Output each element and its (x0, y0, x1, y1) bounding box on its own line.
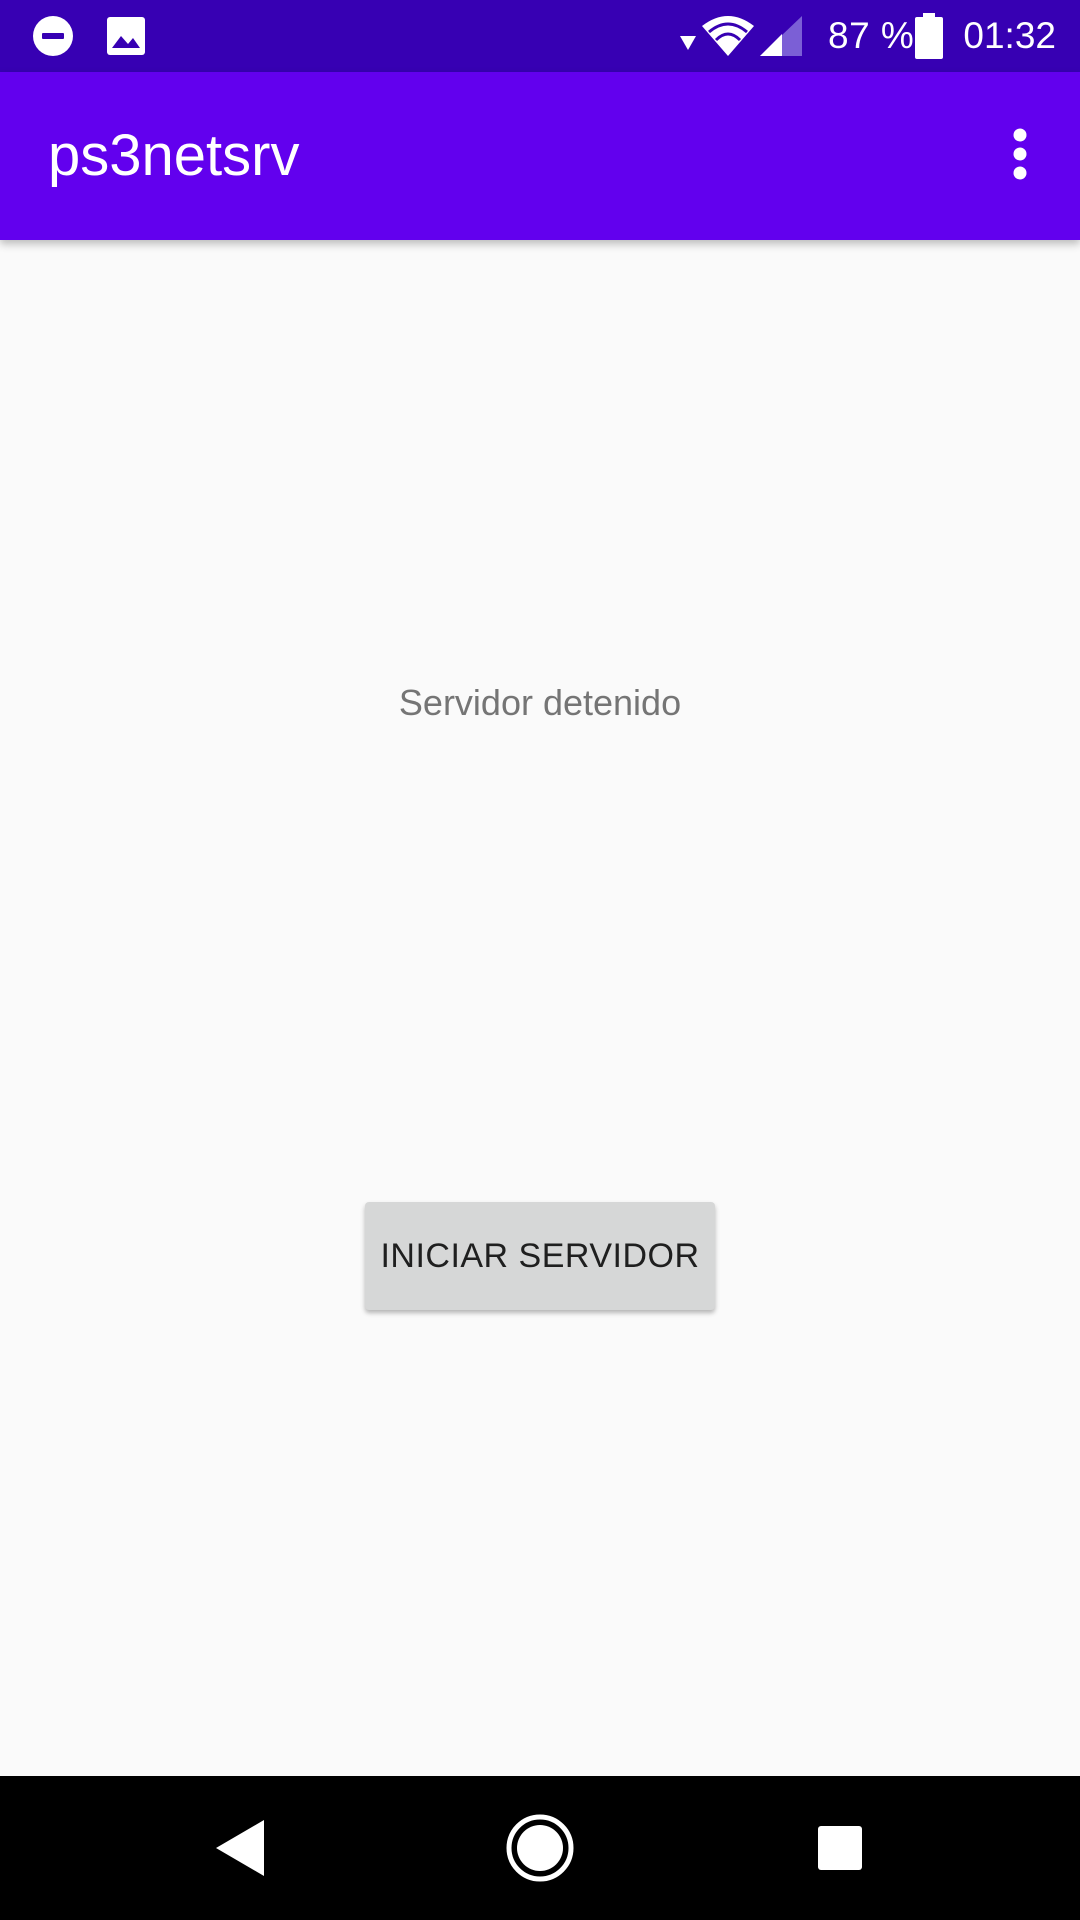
more-vert-icon (1010, 128, 1030, 185)
back-icon (212, 1817, 268, 1884)
recents-icon (816, 1824, 864, 1877)
server-status-text: Servidor detenido (398, 682, 682, 723)
data-arrow-icon (678, 28, 698, 54)
clock: 01:32 (963, 15, 1056, 56)
home-button[interactable] (500, 1812, 580, 1888)
battery-percent: 87 % (828, 15, 915, 56)
main-content: Servidor detenido INICIAR SERVIDOR (0, 240, 1080, 1776)
navigation-bar (0, 1776, 1080, 1920)
battery-icon (914, 13, 944, 59)
more-options-button[interactable] (978, 114, 1062, 198)
cell-signal-icon (758, 14, 804, 58)
app-title: ps3netsrv (48, 123, 300, 188)
wifi-icon (700, 12, 756, 60)
home-icon (505, 1813, 575, 1888)
back-button[interactable] (200, 1812, 280, 1888)
recents-button[interactable] (800, 1812, 880, 1888)
status-bar: 87 % 01:32 (0, 0, 1080, 72)
image-notification-icon (104, 14, 148, 58)
start-server-button[interactable]: INICIAR SERVIDOR (365, 1202, 715, 1310)
do-not-disturb-icon (31, 14, 75, 58)
app-bar: ps3netsrv (0, 72, 1080, 240)
